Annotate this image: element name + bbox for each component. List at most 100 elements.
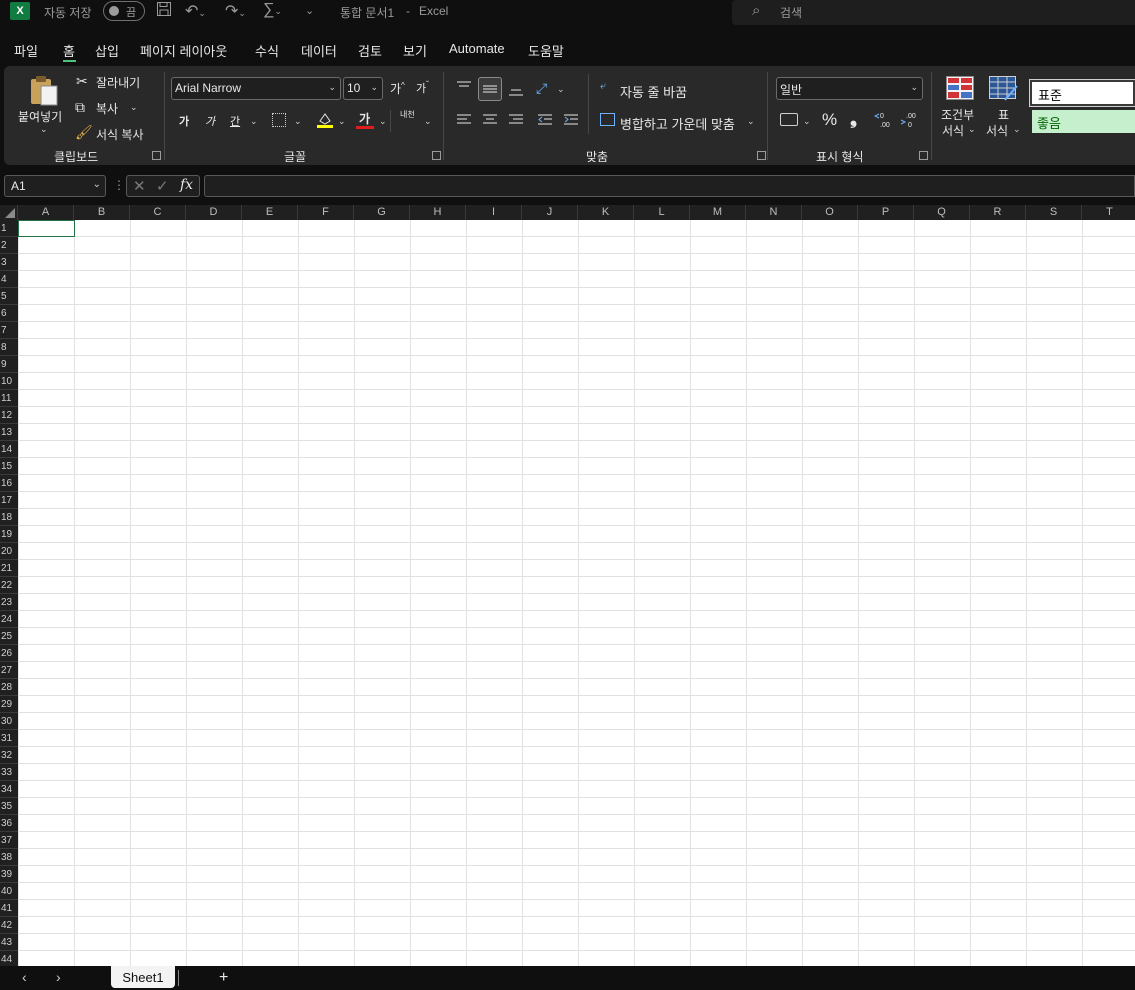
insert-function-button[interactable]: fx <box>180 177 193 193</box>
row-header[interactable]: 3 <box>0 254 18 271</box>
cut-button[interactable]: 잘라내기 <box>96 74 140 91</box>
row-header[interactable]: 6 <box>0 305 18 322</box>
column-header[interactable]: J <box>522 205 578 220</box>
column-header[interactable]: H <box>410 205 466 220</box>
row-header[interactable]: 26 <box>0 645 18 662</box>
column-header[interactable]: M <box>690 205 746 220</box>
column-header[interactable]: I <box>466 205 522 220</box>
font-name-select[interactable]: Arial Narrow ⌄ <box>171 77 341 100</box>
conditional-dropdown-icon[interactable]: ⌄ <box>968 124 976 135</box>
column-header[interactable]: S <box>1026 205 1082 220</box>
cancel-icon[interactable]: ✕ <box>133 177 146 195</box>
format-painter-button[interactable]: 서식 복사 <box>96 126 144 143</box>
cell-grid[interactable] <box>18 220 1135 966</box>
add-sheet-button[interactable]: + <box>219 969 228 987</box>
font-size-select[interactable]: 10 ⌄ <box>343 77 383 100</box>
row-header[interactable]: 22 <box>0 577 18 594</box>
row-header[interactable]: 42 <box>0 917 18 934</box>
search-box[interactable]: ⌕ 검색 <box>732 0 1135 25</box>
row-header[interactable]: 23 <box>0 594 18 611</box>
percent-button[interactable]: % <box>822 110 837 130</box>
autosum-icon[interactable]: ∑⌄ <box>263 1 282 19</box>
sheet-tab[interactable]: Sheet1 <box>111 966 175 988</box>
tab-help[interactable]: 도움말 <box>528 41 564 60</box>
column-header[interactable]: G <box>354 205 410 220</box>
underline-dropdown-icon[interactable]: ⌄ <box>250 116 258 127</box>
row-header[interactable]: 38 <box>0 849 18 866</box>
bold-button[interactable]: 가 <box>179 113 189 129</box>
row-header[interactable]: 9 <box>0 356 18 373</box>
row-header[interactable]: 1 <box>0 220 18 237</box>
borders-icon[interactable] <box>272 113 286 127</box>
align-top-icon[interactable] <box>456 80 472 97</box>
phonetic-button[interactable]: 내천 <box>400 111 415 119</box>
column-header[interactable]: E <box>242 205 298 220</box>
column-header[interactable]: A <box>18 205 74 220</box>
next-sheet-icon[interactable]: › <box>56 969 61 985</box>
number-format-select[interactable]: 일반 ⌄ <box>776 77 923 100</box>
more-options-icon[interactable]: ⋮ <box>113 178 125 192</box>
customize-qat-icon[interactable]: ⌄ <box>305 4 314 17</box>
number-launcher-icon[interactable] <box>919 151 928 160</box>
row-header[interactable]: 16 <box>0 475 18 492</box>
undo-icon[interactable]: ↶⌄ <box>185 1 206 21</box>
row-header[interactable]: 13 <box>0 424 18 441</box>
format-as-table-line1[interactable]: 표 <box>998 106 1009 123</box>
orientation-icon[interactable]: ⤢ <box>536 80 547 97</box>
row-header[interactable]: 43 <box>0 934 18 951</box>
redo-icon[interactable]: ↷⌄ <box>225 1 246 21</box>
column-header[interactable]: P <box>858 205 914 220</box>
style-normal[interactable]: 표준 <box>1029 79 1135 107</box>
save-icon[interactable] <box>156 1 172 22</box>
formula-input[interactable] <box>204 175 1135 197</box>
font-color-dropdown-icon[interactable]: ⌄ <box>379 116 387 127</box>
paste-button[interactable]: 붙여넣기 <box>18 108 62 125</box>
tab-file[interactable]: 파일 <box>14 41 38 60</box>
borders-dropdown-icon[interactable]: ⌄ <box>294 116 302 127</box>
copy-button[interactable]: 복사 <box>96 100 118 117</box>
align-right-icon[interactable] <box>508 113 524 130</box>
row-header[interactable]: 5 <box>0 288 18 305</box>
fill-color-icon[interactable] <box>316 111 334 132</box>
column-header[interactable]: O <box>802 205 858 220</box>
row-header[interactable]: 40 <box>0 883 18 900</box>
tab-home[interactable]: 홈 <box>63 41 75 60</box>
align-middle-icon[interactable] <box>478 77 502 101</box>
font-launcher-icon[interactable] <box>432 151 441 160</box>
row-header[interactable]: 12 <box>0 407 18 424</box>
row-header[interactable]: 2 <box>0 237 18 254</box>
paste-dropdown-icon[interactable]: ⌄ <box>40 124 48 135</box>
wrap-text-button[interactable]: 자동 줄 바꿈 <box>620 82 687 101</box>
row-header[interactable]: 28 <box>0 679 18 696</box>
column-header[interactable]: C <box>130 205 186 220</box>
column-header[interactable]: N <box>746 205 802 220</box>
row-header[interactable]: 18 <box>0 509 18 526</box>
column-header[interactable]: F <box>298 205 354 220</box>
alignment-launcher-icon[interactable] <box>757 151 766 160</box>
row-header[interactable]: 37 <box>0 832 18 849</box>
row-header[interactable]: 27 <box>0 662 18 679</box>
italic-button[interactable]: 가 <box>205 113 215 129</box>
row-header[interactable]: 41 <box>0 900 18 917</box>
shrink-font-button[interactable]: 가ˇ <box>416 80 429 96</box>
merge-dropdown-icon[interactable]: ⌄ <box>747 116 755 127</box>
row-header[interactable]: 29 <box>0 696 18 713</box>
tab-data[interactable]: 데이터 <box>301 41 337 60</box>
grow-font-button[interactable]: 가^ <box>390 80 405 97</box>
underline-button[interactable]: 간 <box>230 113 240 129</box>
decrease-indent-icon[interactable] <box>537 113 553 130</box>
accounting-format-icon[interactable] <box>780 113 798 126</box>
row-header[interactable]: 33 <box>0 764 18 781</box>
align-left-icon[interactable] <box>456 113 472 130</box>
row-header[interactable]: 11 <box>0 390 18 407</box>
tab-automate[interactable]: Automate <box>449 41 505 56</box>
row-header[interactable]: 20 <box>0 543 18 560</box>
row-header[interactable]: 19 <box>0 526 18 543</box>
conditional-formatting-line2[interactable]: 서식 <box>942 122 964 139</box>
accounting-dropdown-icon[interactable]: ⌄ <box>803 116 811 127</box>
row-header[interactable]: 14 <box>0 441 18 458</box>
column-header[interactable]: K <box>578 205 634 220</box>
conditional-formatting-line1[interactable]: 조건부 <box>941 106 974 123</box>
increase-indent-icon[interactable] <box>563 113 579 130</box>
row-header[interactable]: 31 <box>0 730 18 747</box>
